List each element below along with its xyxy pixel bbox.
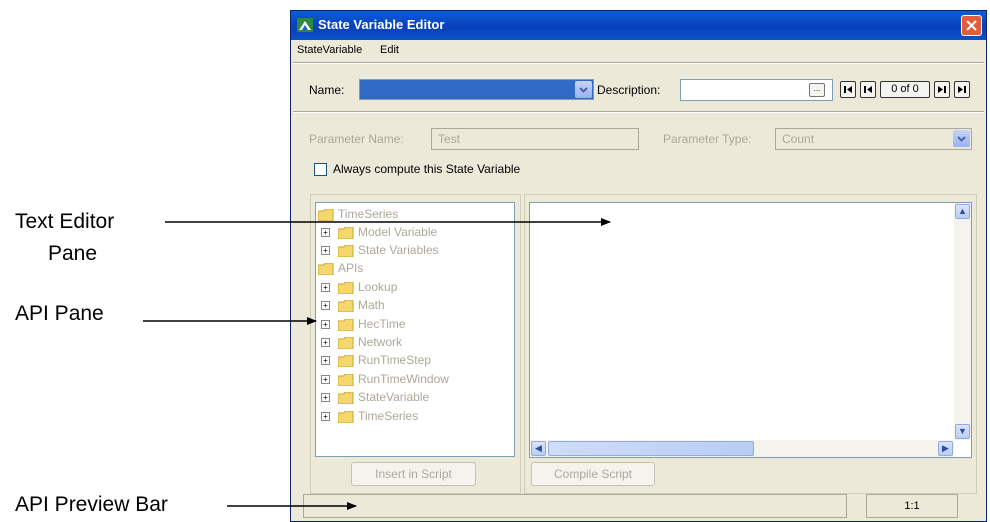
callout-arrows: [143, 218, 611, 510]
